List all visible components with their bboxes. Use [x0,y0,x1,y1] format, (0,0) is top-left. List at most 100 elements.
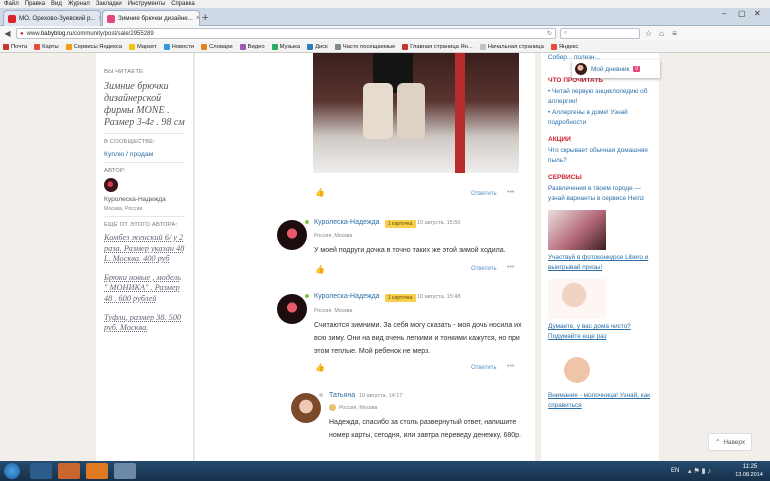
online-status-icon [305,220,309,224]
bookmark-icon [271,43,278,50]
author-post-link[interactable]: Брюки новые , модель " МОНИКА" . Размер … [104,273,185,305]
promo-image-pregnant[interactable] [548,348,606,388]
comment-author[interactable]: Куролеска-Надежда [314,219,380,226]
menu-icon[interactable]: ≡ [670,29,679,38]
bookmark-icon [334,43,341,50]
more-options-icon[interactable]: ••• [507,189,514,196]
menu-bookmarks[interactable]: Закладки [96,0,122,8]
site-icon: ● [20,30,24,37]
author-post-link[interactable]: Туфли, размер 38. 500 руб. Москва. [104,313,185,334]
minimize-icon[interactable]: – [722,9,726,18]
back-to-top-button[interactable]: ⌃ Наверх [708,433,752,451]
service-link[interactable]: Развлечения в твоем городе — узнай вариа… [548,184,652,204]
bookmark-star-icon[interactable]: ☆ [644,29,653,38]
menu-tools[interactable]: Инструменты [128,0,165,8]
back-icon[interactable]: ◀ [3,29,12,38]
actions-heading: АКЦИИ [548,136,571,143]
menu-edit[interactable]: Правка [25,0,45,8]
menu-file[interactable]: Файл [4,0,19,8]
window-close-icon[interactable]: ✕ [754,9,761,18]
bookmark-label: Музыка [279,43,301,50]
bookmark-label: Главная страница Ян... [410,43,473,50]
language-indicator[interactable]: EN [671,468,679,474]
bookmark-icon [65,43,72,50]
promo-image-woman[interactable] [548,279,606,319]
address-bar[interactable]: ● www.babyblog.ru/community/post/sale/29… [16,28,556,39]
read-link[interactable]: • Аллергены в доме! Узнай подробности [548,108,652,128]
comment-text: Считаются зимними. За себя могу сказать … [314,322,522,355]
new-tab-icon[interactable]: + [202,12,208,24]
bookmark-icon [3,43,9,50]
status-badge-icon [329,404,336,411]
promo-link[interactable]: Думаете, у вас дома чисто? Подумайте еще… [548,322,652,342]
home-icon[interactable]: ⌂ [657,29,666,38]
bookmark-item[interactable]: Часто посещаемые [334,43,395,50]
close-icon[interactable]: × [99,15,100,22]
like-icon[interactable]: 👍 [315,265,325,274]
comment-avatar[interactable] [277,294,307,324]
tab-2[interactable]: Зимние брючки дизайне... × [102,10,200,26]
comment-avatar[interactable] [291,393,321,423]
bookmark-item[interactable]: Словари [201,43,233,50]
ie-icon[interactable] [30,463,52,479]
bookmark-label: Карты [42,43,59,50]
reload-icon[interactable]: ↻ [547,30,552,37]
comment-author[interactable]: Татьяна [329,392,355,399]
like-icon[interactable]: 👍 [315,363,325,372]
more-options-icon[interactable]: ••• [507,264,514,271]
bookmark-item[interactable]: Диск [307,43,328,50]
bookmark-item[interactable]: Почта [3,43,27,50]
promo-link[interactable]: Участвуй в фотоконкурсе Libero и выигрыв… [548,253,652,273]
tab-favicon-icon [107,14,115,23]
author-name[interactable]: Куролеска-Надежда [104,196,185,203]
start-button-icon[interactable] [4,463,20,479]
search-input[interactable]: ⌕ [560,28,640,39]
comment-location: Россия, Москва [339,405,378,411]
maximize-icon[interactable]: ▢ [738,9,746,18]
tab-1[interactable]: МО, Орехово-Зуевский р... × [3,10,101,26]
bookmark-item[interactable]: Карты [34,43,59,50]
tray-icons[interactable]: ▴ ⚑ ▮ ♪ [688,467,711,475]
bookmark-item[interactable]: Маркет [129,43,157,50]
main-content: 👍 Ответить ••• Куролеска-Надежда 1 карто… [195,53,535,461]
menu-view[interactable]: Вид [51,0,62,8]
promo-image-camera[interactable] [548,210,606,250]
like-icon[interactable]: 👍 [315,188,325,197]
bookmark-item[interactable]: Музыка [271,43,301,50]
bookmark-item[interactable]: Главная страница Ян... [402,43,473,50]
action-link[interactable]: Что скрывает обычная домашняя пыль? [548,146,652,166]
more-options-icon[interactable]: ••• [507,363,514,370]
post-photo [313,53,519,173]
comment-avatar[interactable] [277,220,307,250]
promo-link[interactable]: Внимание - молочница! Узнай, как справит… [548,391,652,411]
read-link[interactable]: • Читай первую энциклопедию об аллергии! [548,87,652,107]
bookmark-item[interactable]: Начальная страница [479,43,544,50]
comment-author[interactable]: Куролеска-Надежда [314,293,380,300]
menu-bar: Файл Правка Вид Журнал Закладки Инструме… [0,0,770,8]
bookmark-icon [479,43,486,50]
bookmark-item[interactable]: Видео [239,43,265,50]
bookmark-label: Словари [209,43,233,50]
reply-link[interactable]: Ответить [471,191,497,197]
author-avatar[interactable] [104,178,118,192]
word-icon[interactable] [114,463,136,479]
reply-link[interactable]: Ответить [471,266,497,272]
close-icon[interactable]: × [196,15,199,22]
firefox-icon[interactable] [86,463,108,479]
bookmark-item[interactable]: Новости [163,43,194,50]
author-post-link[interactable]: Комбез женский 6/ у 2 раза. Размер указа… [104,233,185,265]
community-link[interactable]: Куплю / продам [104,151,185,158]
my-diary-popup[interactable]: Мой дневник 0 [572,60,660,78]
menu-history[interactable]: Журнал [68,0,90,8]
cards-badge: 1 карточка [385,294,416,302]
menu-help[interactable]: Справка [171,0,195,8]
media-player-icon[interactable] [58,463,80,479]
reply-link[interactable]: Ответить [471,365,497,371]
bookmark-icon [239,43,246,50]
bookmark-item[interactable]: Сервисы Яндекса [65,43,122,50]
comment-location: Россия, Москва [314,308,353,314]
taskbar: EN ▴ ⚑ ▮ ♪ 11:25 13.08.2014 [0,461,770,481]
bookmark-icon [129,43,135,50]
bookmark-item[interactable]: Яндекс [550,43,578,50]
reading-title: Зимние брючки дизайнерской фирмы MONE . … [104,81,185,128]
